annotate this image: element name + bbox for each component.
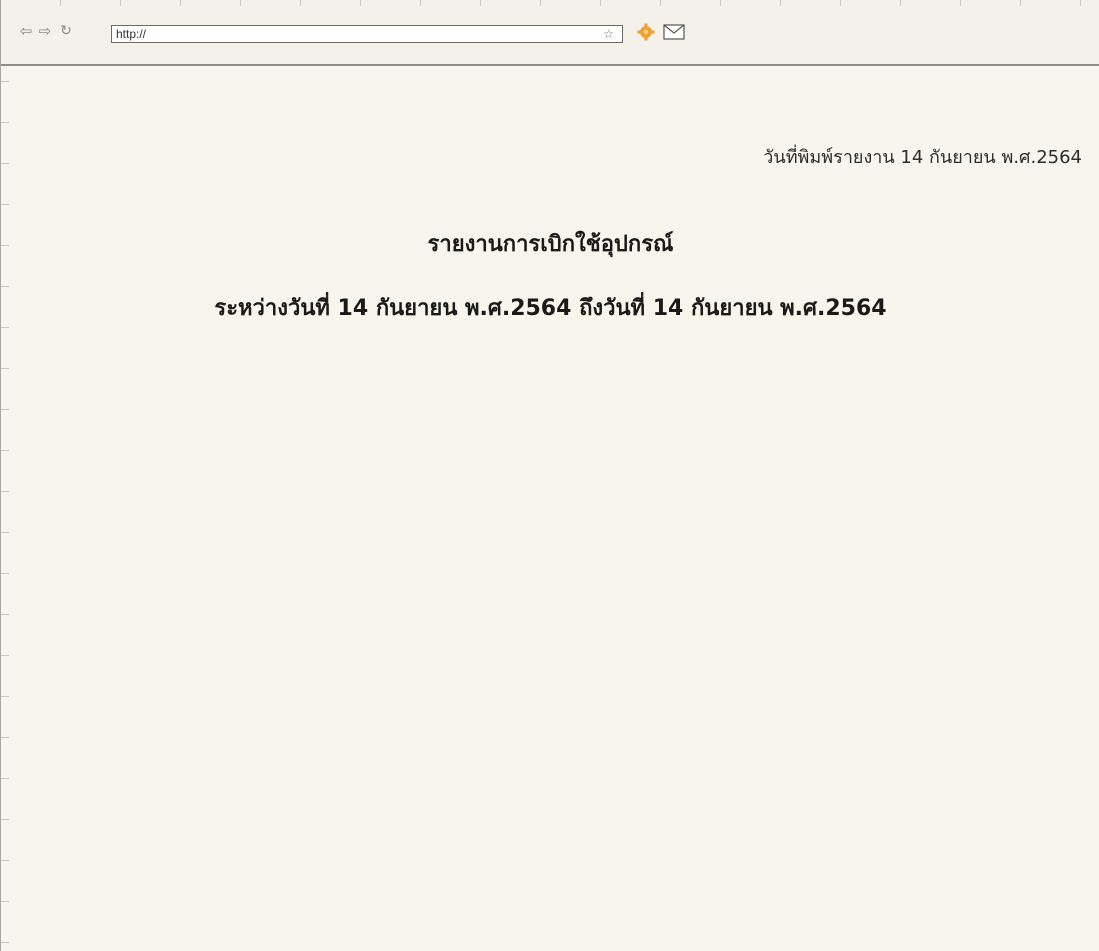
top-ruler xyxy=(1,0,1099,6)
star-icon[interactable]: ☆ xyxy=(603,26,614,42)
forward-arrow-icon[interactable]: ⇨ xyxy=(36,21,54,41)
browser-window: ⇦ ⇨ ↻ http:// ☆ วันที่พิมพ์รายงาน 14 กัน… xyxy=(0,0,1099,951)
print-date: วันที่พิมพ์รายงาน 14 กันยายน พ.ศ.2564 xyxy=(763,147,1082,168)
reload-icon[interactable]: ↻ xyxy=(57,21,75,41)
extension-gear-icon[interactable] xyxy=(636,22,656,42)
address-text[interactable]: http:// xyxy=(116,26,146,42)
report-title: รายงานการเบิกใช้อุปกรณ์ xyxy=(427,232,674,257)
report-page: วันที่พิมพ์รายงาน 14 กันยายน พ.ศ.2564 รา… xyxy=(1,68,1099,951)
report-date-range: ระหว่างวันที่ 14 กันยายน พ.ศ.2564 ถึงวัน… xyxy=(214,296,887,321)
address-bar[interactable]: http:// ☆ xyxy=(111,25,623,43)
back-arrow-icon[interactable]: ⇦ xyxy=(17,21,35,41)
mail-icon[interactable] xyxy=(663,24,685,40)
browser-toolbar: ⇦ ⇨ ↻ http:// ☆ xyxy=(1,0,1099,66)
